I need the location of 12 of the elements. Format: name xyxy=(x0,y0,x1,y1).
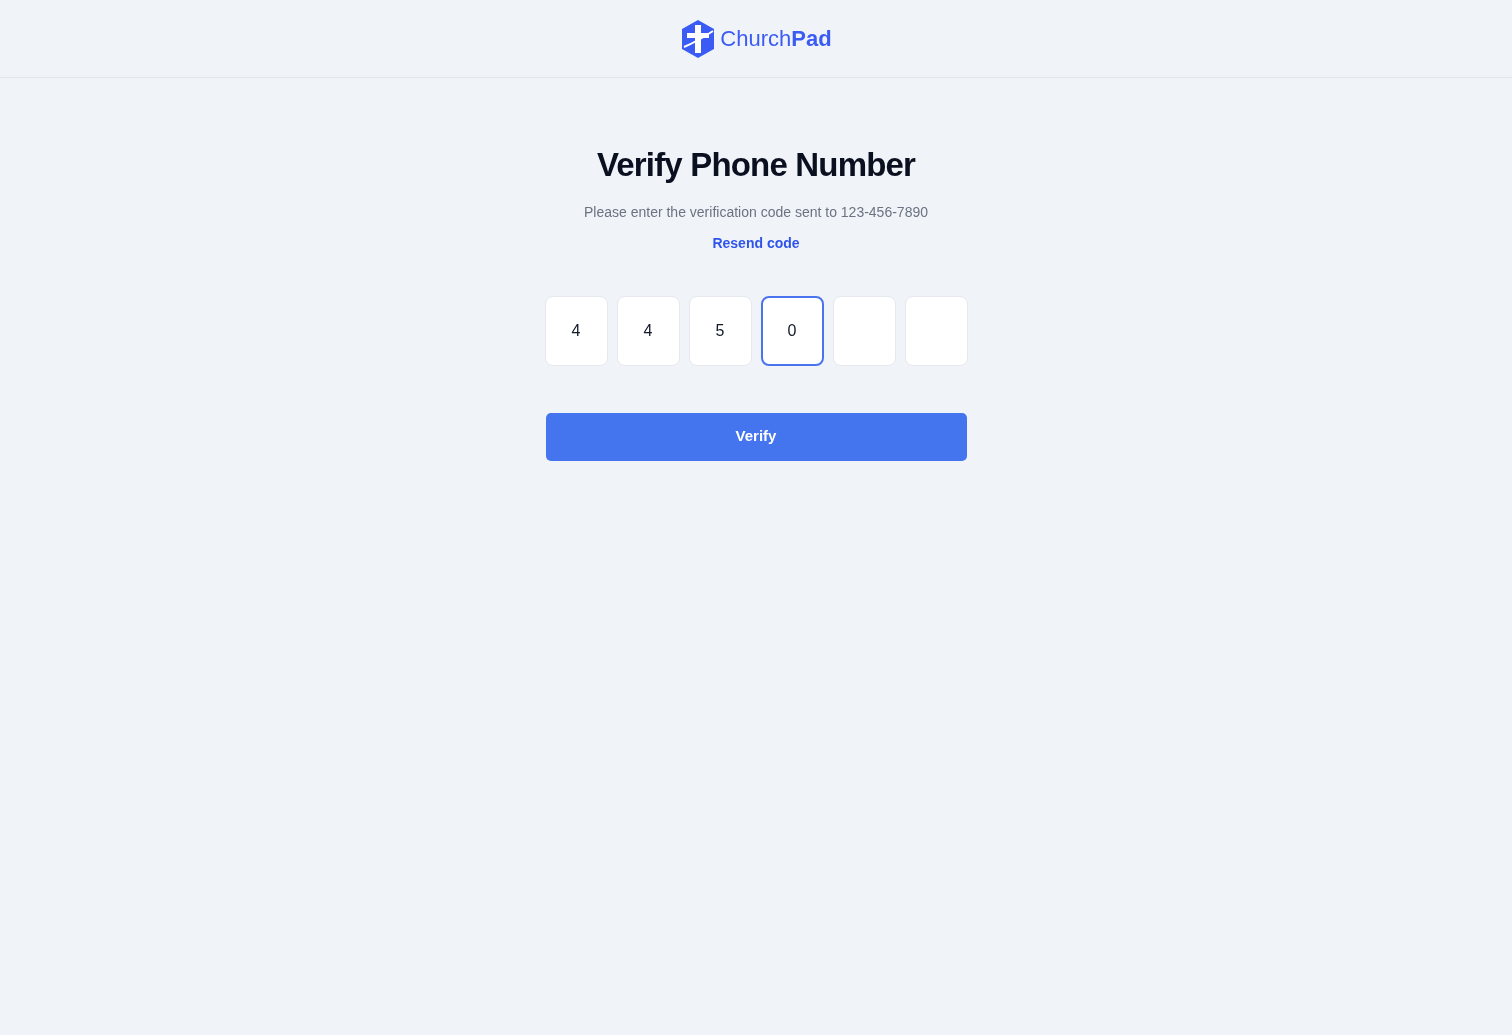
page-title: Verify Phone Number xyxy=(596,145,916,185)
code-digit-field[interactable] xyxy=(832,295,896,366)
subtitle: Please enter the verification code sent to 123-456-7890 xyxy=(584,202,928,222)
code-digit-field[interactable] xyxy=(904,295,968,366)
logo-icon xyxy=(680,18,717,59)
code-digit-field[interactable]: 0 xyxy=(760,295,824,366)
logo-text: ChurchPad xyxy=(720,25,832,53)
code-digit-field[interactable]: 5 xyxy=(688,295,752,366)
resend-code-link[interactable]: Resend code xyxy=(712,232,800,254)
verify-button[interactable]: Verify xyxy=(545,412,967,461)
code-digit-field[interactable]: 4 xyxy=(544,295,608,366)
code-digit-field[interactable]: 4 xyxy=(616,295,680,366)
